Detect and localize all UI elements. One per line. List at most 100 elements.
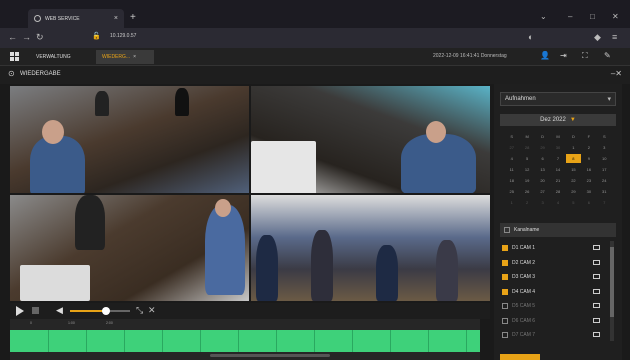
channel-item[interactable]: D4 CAM 4	[500, 285, 608, 300]
channel-item[interactable]: D6 CAM 6	[500, 314, 608, 329]
calendar-day[interactable]: 3	[597, 143, 612, 152]
calendar-day[interactable]: 3	[535, 198, 550, 207]
calendar-day[interactable]: 8	[565, 154, 582, 163]
tab-list-icon[interactable]: ⌄	[540, 12, 547, 21]
calendar-day[interactable]: 2	[519, 198, 534, 207]
reload-icon[interactable]: ↻	[36, 32, 44, 43]
stop-icon[interactable]	[32, 307, 39, 314]
calendar-day[interactable]: 1	[504, 198, 519, 207]
calendar-day[interactable]: 21	[550, 176, 565, 185]
play-icon[interactable]	[16, 306, 24, 316]
calendar-day[interactable]: 5	[519, 154, 534, 163]
calendar-day[interactable]: 24	[597, 176, 612, 185]
calendar-header[interactable]: Dez 2022 ▼	[500, 114, 616, 126]
channel-list-header[interactable]: Kanalname	[500, 223, 616, 237]
calendar-day[interactable]: 6	[581, 198, 596, 207]
calendar-day[interactable]: 11	[504, 165, 519, 174]
new-tab-button[interactable]: +	[130, 12, 136, 23]
close-icon[interactable]: ✕	[148, 305, 156, 316]
channel-checkbox[interactable]	[502, 332, 508, 339]
camera-icon[interactable]	[593, 303, 600, 308]
calendar-day[interactable]: 13	[535, 165, 550, 174]
tab-verwaltung[interactable]: VERWALTUNG	[30, 50, 90, 64]
channel-item[interactable]: D2 CAM 2	[500, 256, 608, 271]
calendar-day[interactable]: 18	[504, 176, 519, 185]
channel-item[interactable]: D7 CAM 7	[500, 328, 608, 343]
calendar-day[interactable]: 4	[550, 198, 565, 207]
camera-icon[interactable]	[593, 245, 600, 250]
calendar-day[interactable]: 27	[535, 187, 550, 196]
recording-type-select[interactable]: Aufnahmen ▾	[500, 92, 616, 106]
calendar-day[interactable]: 20	[535, 176, 550, 185]
calendar-day[interactable]: 9	[581, 154, 596, 163]
timeline-scrollbar[interactable]	[210, 354, 330, 357]
tab-close-icon[interactable]: ×	[114, 15, 118, 22]
calendar-day[interactable]: 25	[504, 187, 519, 196]
tab-close-icon[interactable]: ×	[133, 54, 136, 60]
volume-knob[interactable]	[102, 307, 110, 315]
action-button[interactable]	[500, 354, 540, 360]
channel-checkbox[interactable]	[502, 274, 508, 281]
maximize-icon[interactable]: □	[590, 12, 595, 21]
calendar-day[interactable]: 30	[550, 143, 565, 152]
camera-icon[interactable]	[593, 332, 600, 337]
video-tile-cam4[interactable]	[251, 195, 490, 301]
user-icon[interactable]: 👤	[540, 51, 550, 60]
calendar-day[interactable]: 15	[566, 165, 581, 174]
calendar-day[interactable]: 17	[597, 165, 612, 174]
calendar-day[interactable]: 4	[504, 154, 519, 163]
channel-checkbox[interactable]	[502, 245, 508, 252]
calendar-day[interactable]: 16	[581, 165, 596, 174]
apps-grid-icon[interactable]	[10, 52, 19, 61]
channel-checkbox[interactable]	[502, 303, 508, 310]
calendar-day[interactable]: 30	[581, 187, 596, 196]
forward-icon[interactable]: →	[22, 32, 31, 42]
camera-icon[interactable]	[593, 259, 600, 265]
pocket-icon[interactable]: ◐	[528, 32, 533, 42]
channel-item[interactable]: D1 CAM 1	[500, 241, 608, 256]
section-close-icon[interactable]: –✕	[611, 69, 622, 78]
recording-bar[interactable]	[10, 330, 480, 352]
camera-icon[interactable]	[593, 274, 600, 279]
volume-icon[interactable]: ◀	[56, 305, 63, 316]
calendar-day[interactable]: 26	[519, 187, 534, 196]
fullscreen-icon[interactable]: ⛶	[582, 51, 588, 61]
video-tile-cam1[interactable]	[10, 86, 249, 193]
timeline[interactable]: 0 1:00 2:00	[10, 319, 480, 360]
minimize-icon[interactable]: –	[568, 12, 572, 21]
channel-checkbox[interactable]	[502, 259, 508, 266]
channel-item[interactable]: D5 CAM 5	[500, 299, 608, 314]
calendar-day[interactable]: 2	[581, 143, 596, 152]
camera-icon[interactable]	[593, 288, 600, 294]
address-bar[interactable]: 10.129.0.57	[110, 33, 136, 39]
calendar-day[interactable]: 31	[597, 187, 612, 196]
browser-tab[interactable]: WEB SERVICE ×	[28, 9, 124, 28]
calendar-day[interactable]: 23	[581, 176, 596, 185]
menu-icon[interactable]: ≡	[612, 32, 617, 42]
video-tile-cam3[interactable]	[10, 195, 249, 301]
calendar-day[interactable]: 5	[566, 198, 581, 207]
calendar-day[interactable]: 12	[519, 165, 534, 174]
channel-scrollbar[interactable]	[610, 241, 614, 341]
clip-icon[interactable]: ⤡	[136, 305, 143, 316]
window-close-icon[interactable]: ✕	[612, 12, 619, 21]
settings-icon[interactable]: ✎	[604, 51, 611, 60]
calendar-dropdown-icon[interactable]: ▼	[570, 117, 576, 123]
calendar-day[interactable]: 10	[597, 154, 612, 163]
calendar-day[interactable]: 28	[550, 187, 565, 196]
calendar-day[interactable]: 6	[535, 154, 550, 163]
channel-checkbox[interactable]	[502, 288, 508, 295]
tab-wiedergabe[interactable]: WIEDERG... ×	[96, 50, 154, 64]
channel-checkbox[interactable]	[502, 317, 508, 324]
shield-icon[interactable]: ◆	[594, 32, 601, 43]
calendar-day[interactable]: 28	[519, 143, 534, 152]
select-all-checkbox[interactable]	[504, 227, 510, 233]
camera-icon[interactable]	[593, 317, 600, 323]
calendar-day[interactable]: 7	[597, 198, 612, 207]
calendar-day[interactable]: 29	[535, 143, 550, 152]
calendar-day[interactable]: 7	[550, 154, 565, 163]
back-icon[interactable]: ←	[8, 32, 17, 42]
calendar-day[interactable]: 27	[504, 143, 519, 152]
calendar-day[interactable]: 14	[550, 165, 565, 174]
video-tile-cam2[interactable]	[251, 86, 490, 193]
